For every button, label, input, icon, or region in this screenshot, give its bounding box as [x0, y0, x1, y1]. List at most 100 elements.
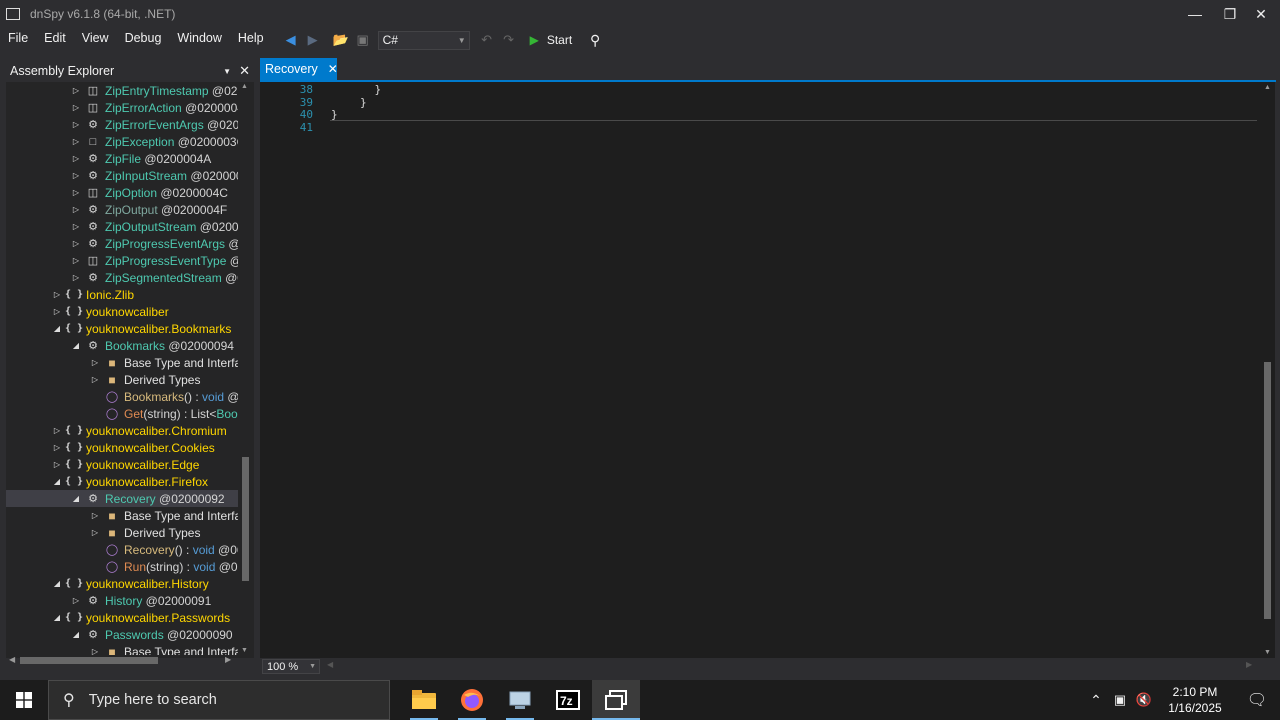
close-button[interactable]: ✕: [1242, 0, 1280, 28]
panel-dropdown-icon[interactable]: ▼: [223, 67, 231, 76]
panel-close-icon[interactable]: ✕: [239, 63, 250, 79]
tab-close-icon[interactable]: ✕: [328, 62, 338, 76]
tree-row[interactable]: ▷ ⚙ ZipErrorEventArgs @0200: [6, 116, 238, 133]
tree-row[interactable]: ▷ ⚙ ZipProgressEventArgs @0: [6, 235, 238, 252]
tree-row[interactable]: ◢{ } youknowcaliber.Passwords: [6, 609, 238, 626]
expand-arrow-icon[interactable]: ▷: [71, 120, 81, 129]
tree-row[interactable]: ▷ ⚙ ZipInputStream @020000: [6, 167, 238, 184]
tree-row[interactable]: ◢ ⚙ Recovery @02000092: [6, 490, 238, 507]
menu-view[interactable]: View: [74, 28, 117, 52]
expand-arrow-icon[interactable]: ▷: [71, 273, 81, 282]
tree-row[interactable]: ▷ ■ Base Type and Interfac: [6, 507, 238, 524]
tree-row[interactable]: ◯ Get(string) : List<Book: [6, 405, 238, 422]
tree-row[interactable]: ◢ ⚙ Passwords @02000090: [6, 626, 238, 643]
expand-arrow-icon[interactable]: ◢: [71, 341, 81, 350]
search-icon[interactable]: ⚲: [584, 29, 606, 51]
tree-row[interactable]: ◯ Run(string) : void @06: [6, 558, 238, 575]
explorer-vertical-scrollbar[interactable]: ▲ ▼: [240, 82, 252, 655]
menu-debug[interactable]: Debug: [117, 28, 170, 52]
expand-arrow-icon[interactable]: ▷: [90, 528, 100, 537]
code-editor[interactable]: ▲ ▼ 38} 39} 40} 41: [260, 82, 1275, 658]
tree-row[interactable]: ▷ ■ Derived Types: [6, 371, 238, 388]
redo-icon[interactable]: ↷: [498, 29, 520, 51]
tree-row[interactable]: ▷ ⚙ ZipOutputStream @02000: [6, 218, 238, 235]
language-select[interactable]: C# ▼: [377, 30, 470, 50]
open-folder-icon[interactable]: 📂: [330, 29, 352, 51]
tree-row[interactable]: ▷ ⚙ ZipOutput @0200004F: [6, 201, 238, 218]
tree-row[interactable]: ◢{ } youknowcaliber.History: [6, 575, 238, 592]
tree-row[interactable]: ▷ ◫ ZipErrorAction @0200004: [6, 99, 238, 116]
tree-row[interactable]: ◯ Bookmarks() : void @0: [6, 388, 238, 405]
start-debug-button[interactable]: ▶ Start: [530, 33, 573, 47]
tree-row[interactable]: ▷{ } Ionic.Zlib: [6, 286, 238, 303]
expand-arrow-icon[interactable]: ▷: [71, 137, 81, 146]
menu-window[interactable]: Window: [169, 28, 229, 52]
tree-row[interactable]: ▷ ⚙ ZipFile @0200004A: [6, 150, 238, 167]
back-icon[interactable]: ◀: [280, 29, 302, 51]
menu-file[interactable]: File: [0, 28, 36, 52]
editor-vertical-scrollbar[interactable]: ▲ ▼: [1260, 82, 1275, 658]
expand-arrow-icon[interactable]: ▷: [90, 375, 100, 384]
forward-icon[interactable]: ▶: [302, 29, 324, 51]
tree-row[interactable]: ▷ ⚙ ZipSegmentedStream @0: [6, 269, 238, 286]
expand-arrow-icon[interactable]: ▷: [52, 307, 62, 316]
scroll-down-icon[interactable]: ▼: [241, 647, 248, 654]
expand-arrow-icon[interactable]: ▷: [52, 426, 62, 435]
expand-arrow-icon[interactable]: ▷: [71, 103, 81, 112]
network-icon[interactable]: ▣: [1108, 692, 1132, 708]
expand-arrow-icon[interactable]: ▷: [71, 188, 81, 197]
tree-row[interactable]: ▷{ } youknowcaliber.Chromium: [6, 422, 238, 439]
tree-row[interactable]: ◢{ } youknowcaliber.Firefox: [6, 473, 238, 490]
chevron-up-icon[interactable]: ⌃: [1084, 692, 1108, 709]
expand-arrow-icon[interactable]: ▷: [71, 171, 81, 180]
expand-arrow-icon[interactable]: ▷: [52, 290, 62, 299]
tree-row[interactable]: ▷ ■ Base Type and Interfac: [6, 354, 238, 371]
tree-row[interactable]: ◢ ⚙ Bookmarks @02000094: [6, 337, 238, 354]
tree-row[interactable]: ▷ ■ Base Type and Interfac: [6, 643, 238, 656]
expand-arrow-icon[interactable]: ▷: [71, 256, 81, 265]
tree-row[interactable]: ▷{ } youknowcaliber.Edge: [6, 456, 238, 473]
tree-row[interactable]: ▷ ⚙ History @02000091: [6, 592, 238, 609]
editor-scroll-thumb[interactable]: [1264, 362, 1271, 619]
expand-arrow-icon[interactable]: ▷: [71, 596, 81, 605]
expand-arrow-icon[interactable]: ◢: [71, 630, 81, 639]
tree-row[interactable]: ▷ ◫ ZipOption @0200004C: [6, 184, 238, 201]
7zip-taskbar-icon[interactable]: 7z: [544, 680, 592, 720]
expand-arrow-icon[interactable]: ▷: [90, 647, 100, 655]
expand-arrow-icon[interactable]: ◢: [52, 579, 62, 588]
expand-arrow-icon[interactable]: ▷: [71, 154, 81, 163]
app-taskbar-icon[interactable]: [496, 680, 544, 720]
scroll-right-icon[interactable]: ▶: [225, 655, 231, 664]
notification-icon[interactable]: 🗨: [1234, 690, 1280, 710]
assembly-tree[interactable]: ▷ ◫ ZipEntryTimestamp @020 ▷ ◫ ZipErrorAction…: [6, 82, 238, 655]
scroll-down-icon[interactable]: ▼: [1264, 649, 1271, 656]
expand-arrow-icon[interactable]: ▷: [52, 460, 62, 469]
tree-row[interactable]: ◯ Recovery() : void @06: [6, 541, 238, 558]
windows-start-button[interactable]: [0, 680, 48, 720]
scroll-up-icon[interactable]: ▲: [1264, 84, 1271, 91]
tree-row[interactable]: ▷ □ ZipException @0200003C: [6, 133, 238, 150]
scroll-up-icon[interactable]: ▲: [241, 83, 248, 90]
close-all-icon[interactable]: ▣: [352, 29, 374, 51]
expand-arrow-icon[interactable]: ▷: [71, 205, 81, 214]
menu-edit[interactable]: Edit: [36, 28, 74, 52]
taskbar-search-box[interactable]: ⚲ Type here to search: [48, 680, 390, 720]
tree-row[interactable]: ◢{ } youknowcaliber.Bookmarks: [6, 320, 238, 337]
tree-row[interactable]: ▷ ■ Derived Types: [6, 524, 238, 541]
expand-arrow-icon[interactable]: ◢: [52, 613, 62, 622]
expand-arrow-icon[interactable]: ▷: [71, 86, 81, 95]
scroll-left-icon[interactable]: ◀: [9, 655, 15, 664]
menu-help[interactable]: Help: [230, 28, 272, 52]
expand-arrow-icon[interactable]: ▷: [90, 511, 100, 520]
zoom-select[interactable]: 100 % ▼: [262, 659, 320, 674]
undo-icon[interactable]: ↶: [476, 29, 498, 51]
expand-arrow-icon[interactable]: ▷: [90, 358, 100, 367]
expand-arrow-icon[interactable]: ◢: [52, 477, 62, 486]
scroll-left-icon[interactable]: ◀: [327, 660, 333, 669]
volume-muted-icon[interactable]: 🔇: [1132, 692, 1156, 708]
expand-arrow-icon[interactable]: ◢: [52, 324, 62, 333]
expand-arrow-icon[interactable]: ▷: [71, 239, 81, 248]
tab-recovery[interactable]: Recovery ✕: [260, 58, 338, 80]
scroll-thumb[interactable]: [242, 457, 249, 581]
hscroll-thumb[interactable]: [20, 657, 158, 664]
